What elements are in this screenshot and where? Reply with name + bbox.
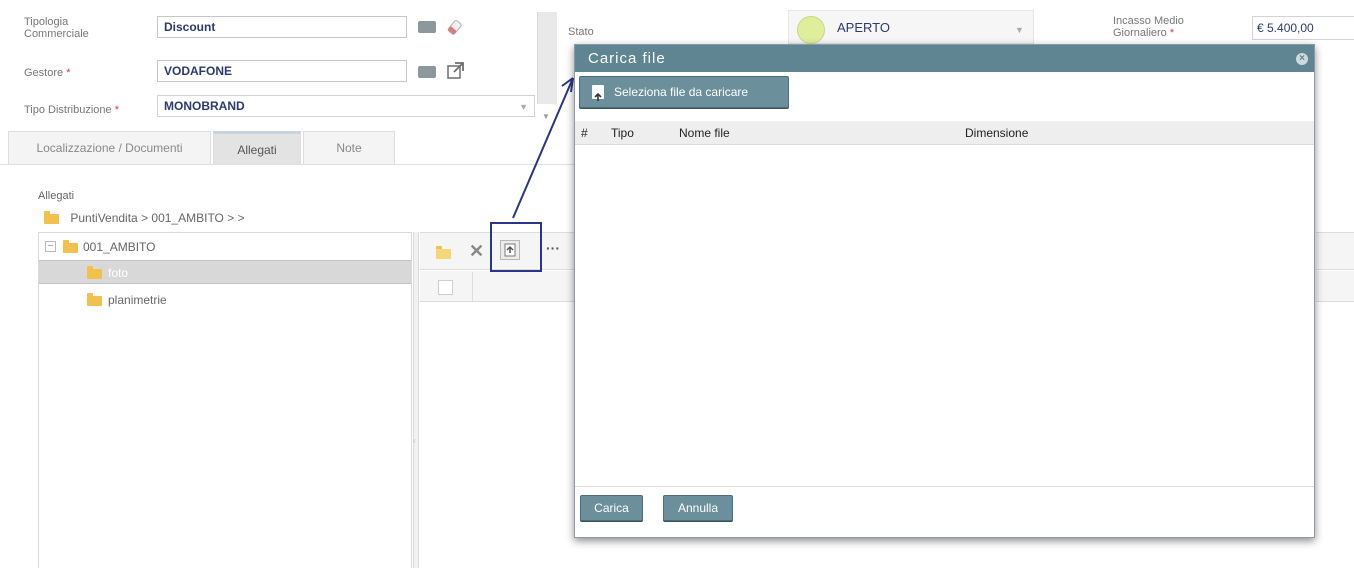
select-all-checkbox[interactable] (438, 280, 453, 295)
card-icon[interactable] (418, 21, 436, 33)
column-dimensione[interactable]: Dimensione (965, 121, 1028, 145)
folder-icon (87, 266, 102, 279)
tree-item-root[interactable]: − 001_AMBITO (39, 235, 411, 259)
tab-localizzazione[interactable]: Localizzazione / Documenti (8, 131, 211, 164)
incasso-input[interactable]: € 5.400,00 (1252, 16, 1354, 40)
tab-note[interactable]: Note (303, 131, 395, 164)
select-files-button[interactable]: Seleziona file da caricare (579, 76, 789, 108)
tab-allegati[interactable]: Allegati (213, 131, 301, 164)
stato-label: Stato (568, 26, 594, 38)
dialog-title: Carica file (575, 45, 1314, 72)
right-header-strip (1316, 271, 1354, 302)
tipo-distribuzione-select[interactable]: MONOBRAND ▼ (157, 95, 535, 117)
column-nome-file[interactable]: Nome file (679, 121, 730, 145)
tipologia-commerciale-input[interactable]: Discount (157, 16, 407, 38)
stato-value: APERTO (837, 20, 890, 35)
highlight-box (490, 222, 542, 272)
chevron-down-icon: ▼ (1015, 25, 1024, 35)
tipo-distribuzione-label: Tipo Distribuzione * (24, 104, 119, 116)
collapse-icon[interactable]: − (45, 241, 56, 252)
tipologia-commerciale-label: Tipologia Commerciale (24, 16, 89, 40)
file-grid-body (575, 145, 1314, 487)
breadcrumb: PuntiVendita > 001_AMBITO > > (44, 210, 245, 225)
tab-divider (0, 164, 574, 165)
more-icon[interactable]: ··· (546, 240, 560, 256)
upload-dialog: Carica file × Seleziona file da caricare… (574, 44, 1315, 538)
folder-icon (87, 293, 102, 306)
annotation-arrow (512, 77, 574, 219)
eraser-icon[interactable] (446, 18, 466, 38)
tree-item-foto[interactable]: foto (39, 260, 411, 284)
status-circle-icon (797, 16, 825, 44)
incasso-label: Incasso Medio Giornaliero * (1113, 15, 1184, 39)
folder-tree: − 001_AMBITO foto planimetrie (38, 232, 412, 568)
delete-icon[interactable]: ✕ (469, 241, 484, 262)
gestore-input[interactable]: VODAFONE (157, 60, 407, 82)
folder-icon (44, 210, 59, 224)
gestore-label: Gestore * (24, 67, 71, 79)
file-grid-header: # Tipo Nome file Dimensione (575, 121, 1314, 145)
splitter-arrow-icon: ‹ (413, 436, 416, 445)
upload-icon (592, 85, 604, 101)
dialog-footer-divider (575, 486, 1314, 487)
folder-open-icon (63, 240, 78, 253)
carica-button[interactable]: Carica (580, 495, 643, 521)
right-toolbar-strip (1316, 232, 1354, 270)
new-folder-icon[interactable] (436, 245, 451, 260)
annulla-button[interactable]: Annulla (663, 495, 733, 521)
column-tipo[interactable]: Tipo (611, 121, 634, 145)
card-icon[interactable] (418, 66, 436, 78)
panel-splitter[interactable] (413, 232, 419, 568)
list-header-divider (472, 272, 473, 301)
column-number[interactable]: # (581, 121, 588, 145)
allegati-section-label: Allegati (38, 190, 75, 202)
stato-select[interactable]: APERTO ▼ (788, 10, 1034, 44)
tree-item-planimetrie[interactable]: planimetrie (39, 288, 411, 312)
close-icon[interactable]: × (1296, 53, 1308, 65)
external-link-icon[interactable] (446, 60, 466, 80)
